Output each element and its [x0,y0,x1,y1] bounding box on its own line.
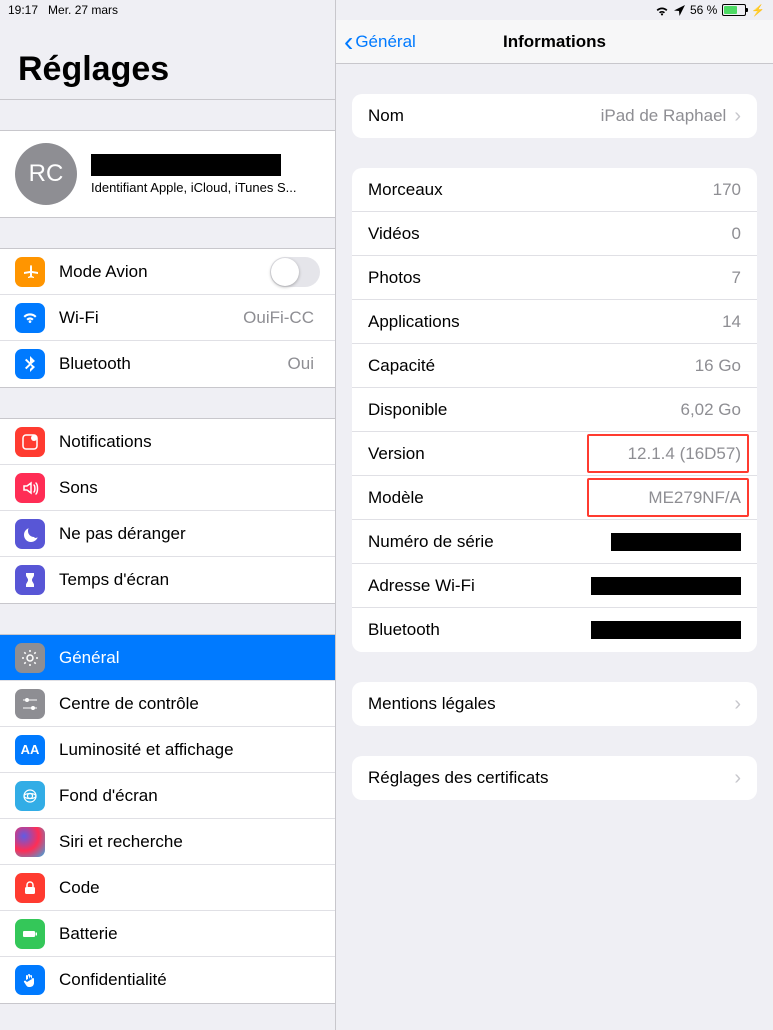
wallpaper-icon [15,781,45,811]
row-name[interactable]: Nom iPad de Raphael › [352,94,757,138]
sliders-icon [15,689,45,719]
row-videos: Vidéos 0 [352,212,757,256]
charging-icon: ⚡ [751,4,765,17]
wifi-addr-redacted [591,577,741,595]
sidebar-item-screentime[interactable]: Temps d'écran [0,557,335,603]
display-icon: AA [15,735,45,765]
settings-sidebar: Réglages RC Identifiant Apple, iCloud, i… [0,0,336,1030]
sidebar-item-label: Batterie [59,924,320,944]
wifi-icon [15,303,45,333]
sidebar-item-label: Général [59,648,320,668]
bluetooth-icon [15,349,45,379]
sidebar-item-siri[interactable]: Siri et recherche [0,819,335,865]
sidebar-item-label: Sons [59,478,320,498]
row-photos: Photos 7 [352,256,757,300]
moon-icon [15,519,45,549]
sidebar-item-label: Confidentialité [59,970,320,990]
location-icon [674,5,685,16]
detail-panel: ‹ Général Informations Nom iPad de Rapha… [336,0,773,1030]
serial-redacted [611,533,741,551]
row-cert[interactable]: Réglages des certificats › [352,756,757,800]
sidebar-item-bluetooth[interactable]: Bluetooth Oui [0,341,335,387]
sidebar-item-sounds[interactable]: Sons [0,465,335,511]
sidebar-item-label: Ne pas déranger [59,524,320,544]
sidebar-item-airplane[interactable]: Mode Avion [0,249,335,295]
battery-icon [15,919,45,949]
sidebar-item-wallpaper[interactable]: Fond d'écran [0,773,335,819]
sidebar-item-label: Luminosité et affichage [59,740,320,760]
sidebar-item-privacy[interactable]: Confidentialité [0,957,335,1003]
notifications-icon [15,427,45,457]
row-version: Version 12.1.4 (16D57) [352,432,757,476]
value-name: iPad de Raphael [601,106,727,126]
chevron-right-icon: › [734,693,741,716]
bt-addr-redacted [591,621,741,639]
sidebar-item-label: Centre de contrôle [59,694,320,714]
sidebar-item-general[interactable]: Général [0,635,335,681]
airplane-icon [15,257,45,287]
bluetooth-value: Oui [288,354,314,374]
sidebar-item-wifi[interactable]: Wi-Fi OuiFi-CC [0,295,335,341]
battery-pct: 56 % [690,3,717,17]
chevron-right-icon: › [734,767,741,790]
hourglass-icon [15,565,45,595]
page-title: Informations [503,32,606,52]
sidebar-item-label: Siri et recherche [59,832,320,852]
row-available: Disponible 6,02 Go [352,388,757,432]
sidebar-item-label: Wi-Fi [59,308,243,328]
row-wifi-addr: Adresse Wi-Fi [352,564,757,608]
back-label: Général [355,32,415,52]
hand-icon [15,965,45,995]
sidebar-item-battery[interactable]: Batterie [0,911,335,957]
chevron-right-icon: › [734,105,741,128]
apple-id-row[interactable]: RC Identifiant Apple, iCloud, iTunes S..… [0,130,335,218]
chevron-left-icon: ‹ [344,28,353,56]
sidebar-item-label: Code [59,878,320,898]
nav-bar: ‹ Général Informations [336,20,773,64]
sidebar-item-dnd[interactable]: Ne pas déranger [0,511,335,557]
row-serial: Numéro de série [352,520,757,564]
wifi-icon [655,5,669,16]
status-bar: 19:17 Mer. 27 mars 56 % ⚡ [0,0,773,20]
sidebar-item-label: Fond d'écran [59,786,320,806]
sidebar-item-display[interactable]: AA Luminosité et affichage [0,727,335,773]
wifi-value: OuiFi-CC [243,308,314,328]
row-apps: Applications 14 [352,300,757,344]
sidebar-item-controlcenter[interactable]: Centre de contrôle [0,681,335,727]
siri-icon [15,827,45,857]
battery-icon [722,4,746,16]
lock-icon [15,873,45,903]
sidebar-item-label: Notifications [59,432,320,452]
row-legal[interactable]: Mentions légales › [352,682,757,726]
row-model: Modèle ME279NF/A [352,476,757,520]
sidebar-item-notifications[interactable]: Notifications [0,419,335,465]
sidebar-item-label: Mode Avion [59,262,270,282]
label-name: Nom [368,106,601,126]
row-capacity: Capacité 16 Go [352,344,757,388]
back-button[interactable]: ‹ Général [344,20,416,63]
avatar: RC [15,143,77,205]
gear-icon [15,643,45,673]
airplane-toggle[interactable] [270,257,320,287]
sidebar-item-passcode[interactable]: Code [0,865,335,911]
settings-title: Réglages [0,20,335,100]
sounds-icon [15,473,45,503]
status-time: 19:17 [8,3,38,17]
profile-subtitle: Identifiant Apple, iCloud, iTunes S... [91,180,320,195]
profile-name-redacted [91,154,281,176]
status-date: Mer. 27 mars [48,3,118,17]
row-songs: Morceaux 170 [352,168,757,212]
sidebar-item-label: Temps d'écran [59,570,320,590]
row-bt-addr: Bluetooth [352,608,757,652]
sidebar-item-label: Bluetooth [59,354,288,374]
